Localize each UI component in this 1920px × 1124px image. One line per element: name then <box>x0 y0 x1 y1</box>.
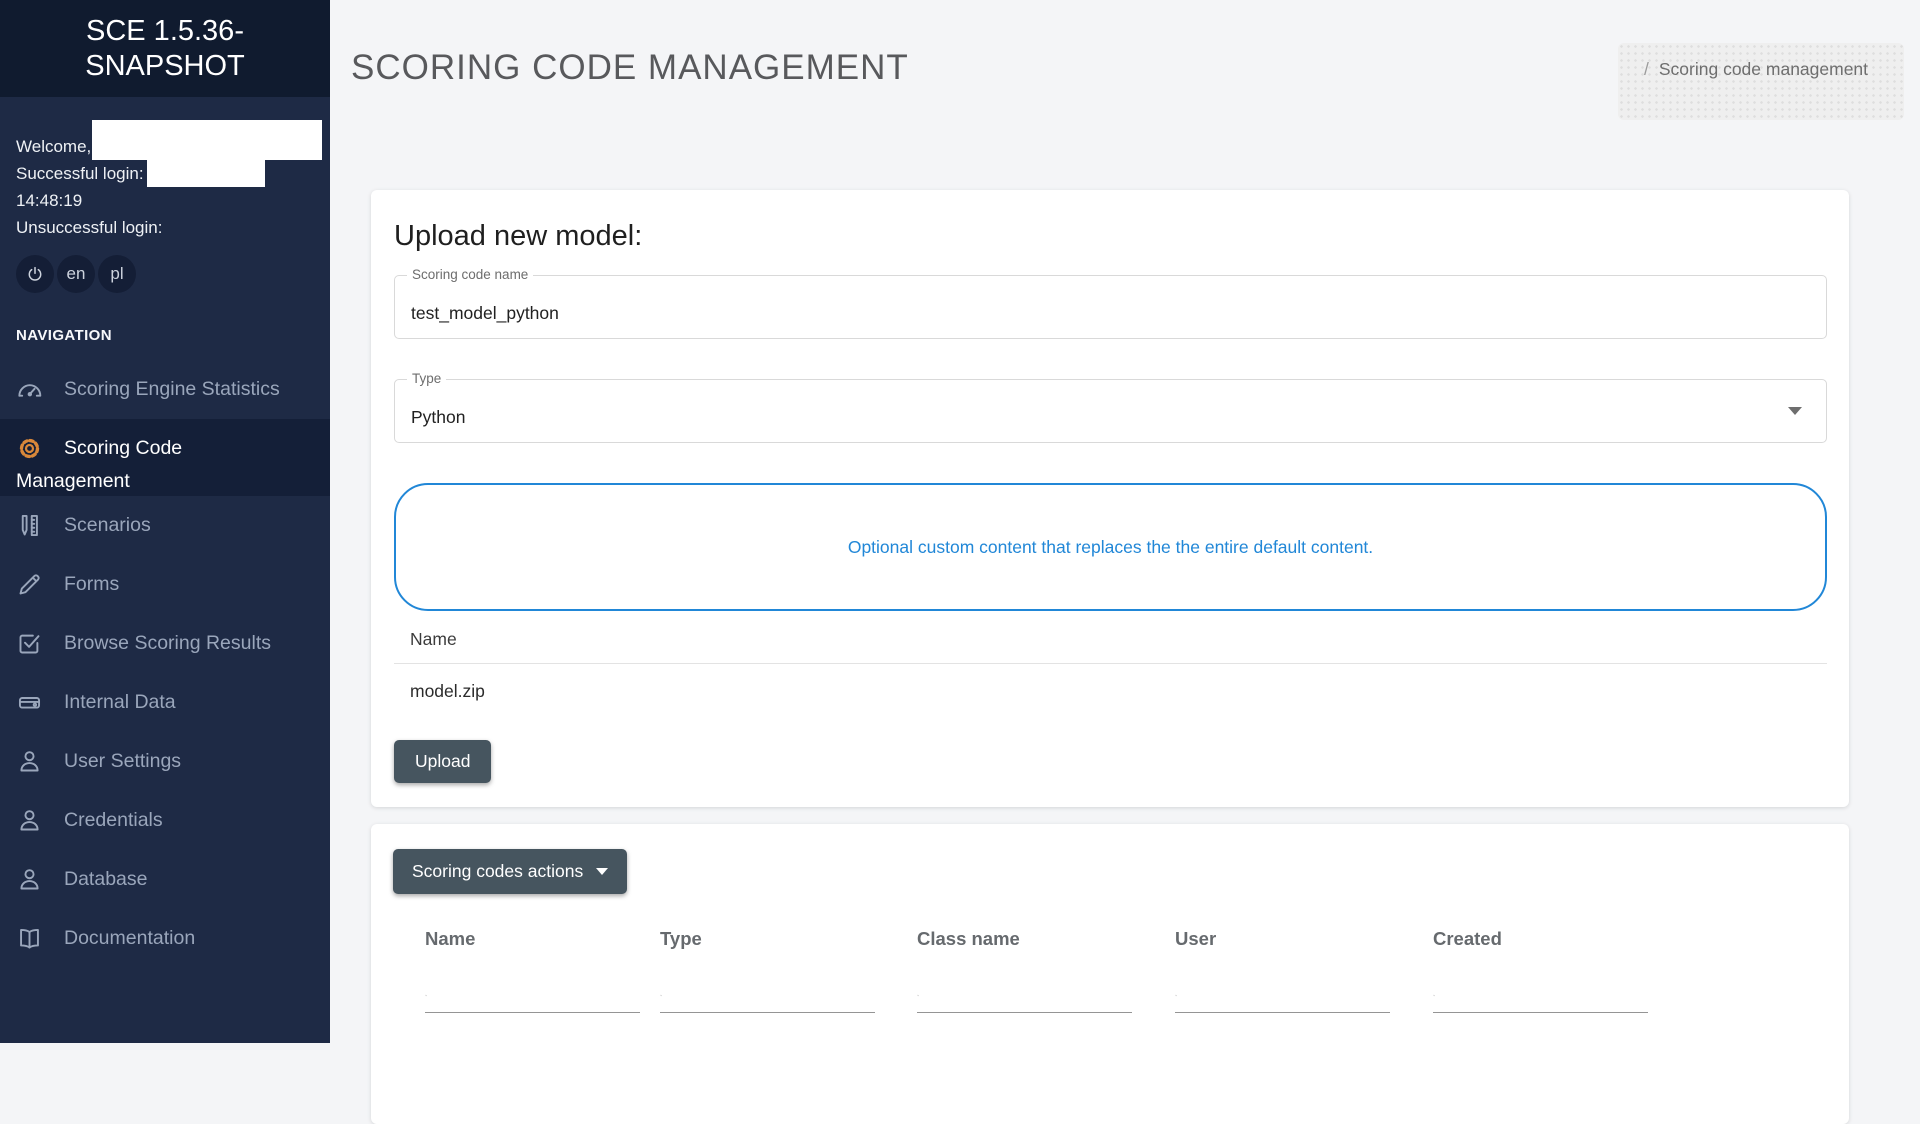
person-icon <box>16 866 43 893</box>
file-table-row: model.zip <box>394 664 1827 719</box>
dropzone-text: Optional custom content that replaces th… <box>848 537 1373 558</box>
selected-files-table: Name model.zip <box>394 629 1827 719</box>
page-title: SCORING CODE MANAGEMENT <box>351 48 909 88</box>
search-icon <box>1175 987 1177 1004</box>
type-filter-field[interactable] <box>660 979 875 1013</box>
search-icon <box>1433 987 1435 1004</box>
scoring-codes-table-header-row: Name Type Class name <box>393 928 1827 1013</box>
class-name-filter-input[interactable] <box>925 979 1132 1012</box>
sidebar-item-credentials[interactable]: Credentials <box>0 791 330 850</box>
column-header-name: Name <box>425 928 660 950</box>
upload-button[interactable]: Upload <box>394 740 491 783</box>
sidebar-item-label: Documentation <box>64 927 195 950</box>
sidebar-item-label: User Settings <box>64 750 181 773</box>
breadcrumb-separator: / <box>1644 59 1649 79</box>
file-table-header-name: Name <box>394 629 1827 664</box>
class-name-filter-field[interactable] <box>917 979 1132 1013</box>
file-dropzone[interactable]: Optional custom content that replaces th… <box>394 483 1827 611</box>
created-filter-input[interactable] <box>1441 979 1648 1012</box>
language-en-button[interactable]: en <box>57 255 95 293</box>
person-icon <box>16 807 43 834</box>
language-pl-button[interactable]: pl <box>98 255 136 293</box>
sidebar-item-user-settings[interactable]: User Settings <box>0 732 330 791</box>
drive-icon <box>16 689 43 716</box>
unsuccessful-login-label: Unsuccessful login: <box>16 214 314 241</box>
login-time: 14:48:19 <box>16 187 314 214</box>
main-content: SCORING CODE MANAGEMENT / Scoring code ma… <box>330 0 1920 1054</box>
sidebar-item-forms[interactable]: Forms <box>0 555 330 614</box>
scoring-code-name-label: Scoring code name <box>407 267 533 282</box>
type-label: Type <box>407 371 446 386</box>
sidebar-item-scoring-code-management[interactable]: Scoring Code Management <box>0 419 330 496</box>
book-icon <box>16 925 43 952</box>
breadcrumb: / Scoring code management <box>1618 43 1904 120</box>
sidebar-item-label: Forms <box>64 573 119 596</box>
redacted-username <box>92 120 322 160</box>
power-icon <box>26 265 44 283</box>
column-header-type: Type <box>660 928 917 950</box>
actions-button-label: Scoring codes actions <box>412 861 583 882</box>
person-icon <box>16 748 43 775</box>
search-icon <box>660 987 662 1004</box>
name-filter-field[interactable] <box>425 979 640 1013</box>
sidebar-item-documentation[interactable]: Documentation <box>0 909 330 968</box>
logout-button[interactable] <box>16 255 54 293</box>
upload-card-heading: Upload new model: <box>394 220 1827 253</box>
scoring-codes-card: Scoring codes actions Name Type Class na <box>371 824 1849 1124</box>
sidebar-item-label: Scenarios <box>64 514 151 537</box>
column-user: User <box>1175 928 1433 1013</box>
scoring-code-name-field[interactable]: Scoring code name test_model_python <box>394 275 1827 339</box>
user-info-block: Welcome, Successful login: 14:48:19 Unsu… <box>0 97 330 293</box>
user-filter-input[interactable] <box>1183 979 1390 1012</box>
checkbox-icon <box>16 630 43 657</box>
column-type: Type <box>660 928 917 1013</box>
sidebar-item-database[interactable]: Database <box>0 850 330 909</box>
search-icon <box>425 987 427 1004</box>
caret-down-icon <box>596 868 608 875</box>
search-icon <box>917 987 919 1004</box>
column-header-class-name: Class name <box>917 928 1175 950</box>
pencil-icon <box>16 571 43 598</box>
sidebar-item-internal-data[interactable]: Internal Data <box>0 673 330 732</box>
app-title: SCE 1.5.36-SNAPSHOT <box>56 14 274 82</box>
pencil-ruler-icon <box>16 512 43 539</box>
column-header-user: User <box>1175 928 1433 950</box>
gear-icon <box>16 435 43 462</box>
column-header-created: Created <box>1433 928 1673 950</box>
sidebar-item-scoring-engine-statistics[interactable]: Scoring Engine Statistics <box>0 360 330 419</box>
sidebar-item-scenarios[interactable]: Scenarios <box>0 496 330 555</box>
scoring-code-name-value[interactable]: test_model_python <box>411 303 559 324</box>
sidebar-item-label: Scoring Engine Statistics <box>64 378 280 401</box>
navigation-heading: NAVIGATION <box>16 327 112 344</box>
type-selected-value: Python <box>411 407 465 428</box>
breadcrumb-current[interactable]: Scoring code management <box>1659 59 1868 79</box>
column-name: Name <box>425 928 660 1013</box>
navigation-list: Scoring Engine Statistics Scoring Code M… <box>0 360 330 968</box>
column-created: Created <box>1433 928 1673 1013</box>
type-select-field[interactable]: Type Python <box>394 379 1827 443</box>
chevron-down-icon[interactable] <box>1788 407 1802 415</box>
quick-buttons: en pl <box>16 255 314 293</box>
sidebar: SCE 1.5.36-SNAPSHOT Welcome, Successful … <box>0 0 330 1043</box>
sidebar-item-label: Credentials <box>64 809 163 832</box>
scoring-codes-actions-button[interactable]: Scoring codes actions <box>393 849 627 894</box>
redacted-login-date <box>147 160 265 187</box>
column-class-name: Class name <box>917 928 1175 1013</box>
sidebar-item-browse-scoring-results[interactable]: Browse Scoring Results <box>0 614 330 673</box>
sidebar-item-label: Internal Data <box>64 691 176 714</box>
type-filter-input[interactable] <box>668 979 875 1012</box>
name-filter-input[interactable] <box>433 979 640 1012</box>
created-filter-field[interactable] <box>1433 979 1648 1013</box>
sidebar-item-label: Database <box>64 868 147 891</box>
sidebar-item-label: Browse Scoring Results <box>64 632 271 655</box>
upload-model-card: Upload new model: Scoring code name test… <box>371 190 1849 807</box>
speedometer-icon <box>16 376 43 403</box>
app-header: SCE 1.5.36-SNAPSHOT <box>0 0 330 97</box>
user-filter-field[interactable] <box>1175 979 1390 1013</box>
